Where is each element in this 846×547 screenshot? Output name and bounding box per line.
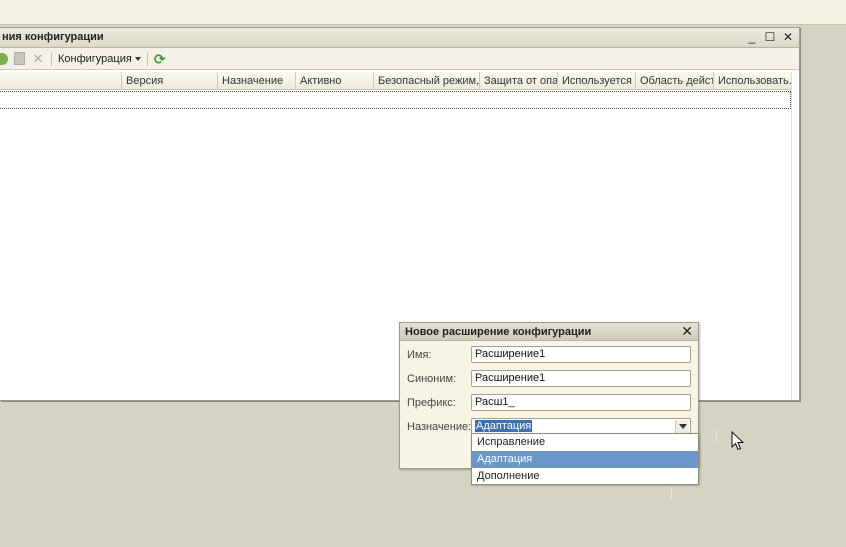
configuration-menu-label: Конфигурация	[58, 52, 132, 65]
maximize-button[interactable]: ☐	[763, 30, 777, 44]
configuration-menu-button[interactable]: Конфигурация	[58, 53, 141, 65]
minimize-button[interactable]: _	[745, 30, 759, 44]
dialog-close-button[interactable]: ✕	[681, 324, 693, 339]
column-header-protection[interactable]: Защита от опа...	[479, 72, 557, 90]
column-header-active[interactable]: Активно	[295, 72, 373, 90]
chevron-down-icon[interactable]	[675, 420, 689, 433]
prefix-label: Префикс:	[407, 397, 456, 409]
document-icon[interactable]	[14, 52, 25, 65]
column-header-safe-mode[interactable]: Безопасный режим, ...	[373, 72, 479, 90]
option-fix[interactable]: Исправление	[472, 434, 698, 451]
name-field[interactable]: Расширение1	[471, 346, 691, 363]
close-window-button[interactable]: ✕	[781, 30, 795, 44]
option-adaptation[interactable]: Адаптация	[472, 451, 698, 468]
add-icon[interactable]	[0, 52, 8, 65]
prefix-field[interactable]: Расш1_	[471, 394, 691, 411]
table-header: Версия Назначение Активно Безопасный реж…	[0, 72, 792, 90]
divider	[716, 430, 717, 442]
synonym-label: Синоним:	[407, 373, 457, 385]
caret-down-icon	[134, 56, 141, 61]
delete-icon[interactable]: ✕	[31, 51, 45, 66]
column-header-version[interactable]: Версия	[121, 72, 217, 90]
app-top-bar	[0, 0, 846, 25]
name-label: Имя:	[407, 349, 432, 361]
option-addition[interactable]: Дополнение	[472, 468, 698, 485]
toolbar-separator	[146, 51, 148, 66]
purpose-dropdown-list: Исправление Адаптация Дополнение	[471, 433, 699, 485]
synonym-row: Синоним: Расширение1	[400, 370, 700, 388]
dialog-title: Новое расширение конфигурации	[405, 326, 592, 338]
prefix-row: Префикс: Расш1_	[400, 394, 700, 412]
window-title-bar: ния конфигурации _ ☐ ✕	[0, 28, 799, 48]
purpose-label: Назначение:	[407, 421, 472, 433]
column-header-name[interactable]	[0, 72, 121, 90]
column-header-purpose[interactable]: Назначение	[217, 72, 295, 90]
purpose-selected-value: Адаптация	[475, 420, 533, 432]
divider	[671, 487, 672, 499]
column-header-used[interactable]: Используется ...	[557, 72, 635, 90]
column-header-scope[interactable]: Область дейст...	[635, 72, 713, 90]
window-controls: _ ☐ ✕	[745, 30, 795, 44]
table-row[interactable]	[0, 91, 791, 109]
toolbar: ✕ Конфигурация ⟳	[0, 48, 799, 70]
refresh-icon[interactable]: ⟳	[154, 52, 168, 66]
vertical-scrollbar[interactable]	[791, 72, 799, 400]
dialog-title-bar: Новое расширение конфигурации ✕	[400, 323, 698, 341]
mouse-pointer-icon	[731, 431, 745, 451]
name-row: Имя: Расширение1	[400, 346, 700, 364]
synonym-field[interactable]: Расширение1	[471, 370, 691, 387]
window-title: ния конфигурации	[2, 31, 104, 43]
column-header-use[interactable]: Использовать...	[713, 72, 792, 90]
toolbar-separator	[51, 51, 52, 66]
